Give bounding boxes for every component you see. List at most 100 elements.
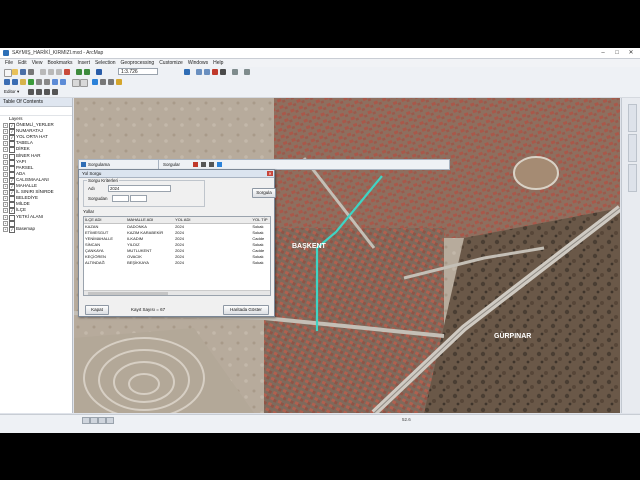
close-window-button[interactable]: ✕ <box>624 48 638 58</box>
queries-dropdown[interactable]: Sorgular <box>163 162 180 167</box>
table-horizontal-scrollbar[interactable] <box>84 290 270 295</box>
cell-neighborhood: BEŞİKKAYA <box>127 260 149 265</box>
menu-selection[interactable]: Selection <box>95 59 116 67</box>
menu-file[interactable]: File <box>5 59 13 67</box>
source-label: Sorgudan <box>88 196 108 201</box>
cut-icon[interactable] <box>40 69 46 75</box>
query-icon[interactable] <box>81 162 86 167</box>
editor-toolbar-icon[interactable] <box>184 69 190 75</box>
pause-drawing-icon[interactable] <box>106 417 114 424</box>
find-icon[interactable] <box>100 79 106 85</box>
menu-view[interactable]: View <box>32 59 43 67</box>
map-label-baskent: BAŞKENT <box>292 243 327 250</box>
python-icon[interactable] <box>220 69 226 75</box>
toolbox-dock-tab[interactable] <box>628 164 637 192</box>
toc-layer[interactable]: + ✓ Basemap <box>0 225 72 233</box>
paste-icon[interactable] <box>56 69 62 75</box>
identify-icon[interactable] <box>92 79 98 85</box>
arcmap-window: SAYMIŞ_HARİKİ_KIRMIZI.mxd - ArcMap – □ ✕… <box>0 48 640 433</box>
window-title: SAYMIŞ_HARİKİ_KIRMIZI.mxd - ArcMap <box>12 50 104 56</box>
undo-icon[interactable] <box>76 69 82 75</box>
layer-name: BELEDİYE <box>16 195 39 201</box>
layer-name: YAPI <box>16 158 26 164</box>
select-features-icon[interactable] <box>72 79 80 87</box>
table-header: İLÇE ADI MAHALLE ADI YOL ADI YOL TİP <box>84 217 270 224</box>
text-tool-icon[interactable] <box>209 162 214 167</box>
layer-name: TABELA <box>16 140 33 146</box>
open-icon[interactable] <box>12 69 18 75</box>
print-icon[interactable] <box>28 69 34 75</box>
name-label: Adı <box>88 186 95 191</box>
query-button[interactable]: Sorgula <box>252 188 276 198</box>
pan-icon[interactable] <box>20 79 26 85</box>
road-name-input[interactable]: 2024 <box>108 185 171 192</box>
layer-name: YETKİ ALANI <box>16 213 44 219</box>
col-road-type[interactable]: YOL TİP <box>251 217 270 223</box>
col-district[interactable]: İLÇE ADI <box>84 217 126 223</box>
color-fill-icon[interactable] <box>217 162 222 167</box>
copy-icon[interactable] <box>48 69 54 75</box>
zoom-in-icon[interactable] <box>4 79 10 85</box>
highlight-icon[interactable] <box>193 162 198 167</box>
menu-insert[interactable]: Insert <box>77 59 90 67</box>
sketch-tool-icon[interactable] <box>36 89 42 95</box>
zoom-out-icon[interactable] <box>12 79 18 85</box>
minimize-button[interactable]: – <box>596 48 610 58</box>
fixed-zoom-in-icon[interactable] <box>36 79 42 85</box>
menu-bar: File Edit View Bookmarks Insert Selection Geop… <box>0 59 640 67</box>
menu-help[interactable]: Help <box>213 59 223 67</box>
close-button[interactable]: Kapat <box>85 305 109 315</box>
cell-road-name: 2024 <box>175 260 184 265</box>
col-neighborhood[interactable]: MAHALLE ADI <box>126 217 174 223</box>
measure-icon[interactable] <box>108 79 114 85</box>
source-input-b[interactable] <box>130 195 147 202</box>
edit-tool-icon[interactable] <box>28 89 34 95</box>
new-icon[interactable] <box>4 69 12 77</box>
editor-toolbar: Editor ▾ <box>0 87 640 98</box>
layout-view-icon[interactable] <box>82 417 90 424</box>
add-data-icon[interactable] <box>96 69 102 75</box>
fixed-zoom-out-icon[interactable] <box>44 79 50 85</box>
menu-geoprocessing[interactable]: Geoprocessing <box>121 59 155 67</box>
dialog-footer: Kapat Kayıt Sayısı = 67 Haritada Göster <box>83 305 269 315</box>
expand-icon[interactable]: + <box>3 226 8 232</box>
data-view-icon[interactable] <box>90 417 98 424</box>
source-input-a[interactable] <box>112 195 129 202</box>
col-road-name[interactable]: YOL ADI <box>174 217 251 223</box>
menu-edit[interactable]: Edit <box>18 59 27 67</box>
catalog-dock-tab[interactable] <box>628 104 637 132</box>
menu-bookmarks[interactable]: Bookmarks <box>47 59 72 67</box>
delete-icon[interactable] <box>64 69 70 75</box>
redo-icon[interactable] <box>84 69 90 75</box>
road-query-dialog: Yol Sorgu ✕ Sorgu Kriterleri Adı 2024 So… <box>78 169 276 317</box>
model-builder-icon[interactable] <box>232 69 238 75</box>
clear-selection-icon[interactable] <box>80 79 88 87</box>
menu-customize[interactable]: Customize <box>159 59 183 67</box>
save-icon[interactable] <box>20 69 26 75</box>
draw-icon[interactable] <box>201 162 206 167</box>
map-scale-field[interactable]: 1:3.726 <box>118 68 158 75</box>
search-dock-tab[interactable] <box>628 134 637 162</box>
arctoolbox-icon[interactable] <box>212 69 218 75</box>
arcmap-app-icon <box>3 50 9 56</box>
maximize-button[interactable]: □ <box>610 48 624 58</box>
back-extent-icon[interactable] <box>52 79 58 85</box>
layer-checkbox[interactable]: ✓ <box>9 226 15 233</box>
table-row[interactable]: ALTINDAĞ BEŞİKKAYA 2024 Sokak <box>84 260 270 266</box>
split-icon[interactable] <box>52 89 58 95</box>
hyperlink-icon[interactable] <box>116 79 122 85</box>
refresh-icon[interactable] <box>98 417 106 424</box>
pointer-icon[interactable] <box>244 69 250 75</box>
query-toolbar-label: Sorgulama <box>88 162 110 167</box>
show-on-map-button[interactable]: Haritada Göster <box>223 305 269 315</box>
full-extent-icon[interactable] <box>28 79 34 85</box>
catalog-icon[interactable] <box>204 69 210 75</box>
menu-windows[interactable]: Windows <box>188 59 208 67</box>
reshape-icon[interactable] <box>44 89 50 95</box>
layer-name: Basemap <box>16 225 36 231</box>
layer-name: MAHALLE <box>16 183 38 189</box>
forward-extent-icon[interactable] <box>60 79 66 85</box>
editor-dropdown[interactable]: Editor ▾ <box>4 89 19 95</box>
dialog-close-icon[interactable]: ✕ <box>267 170 273 176</box>
toc-window-icon[interactable] <box>196 69 202 75</box>
